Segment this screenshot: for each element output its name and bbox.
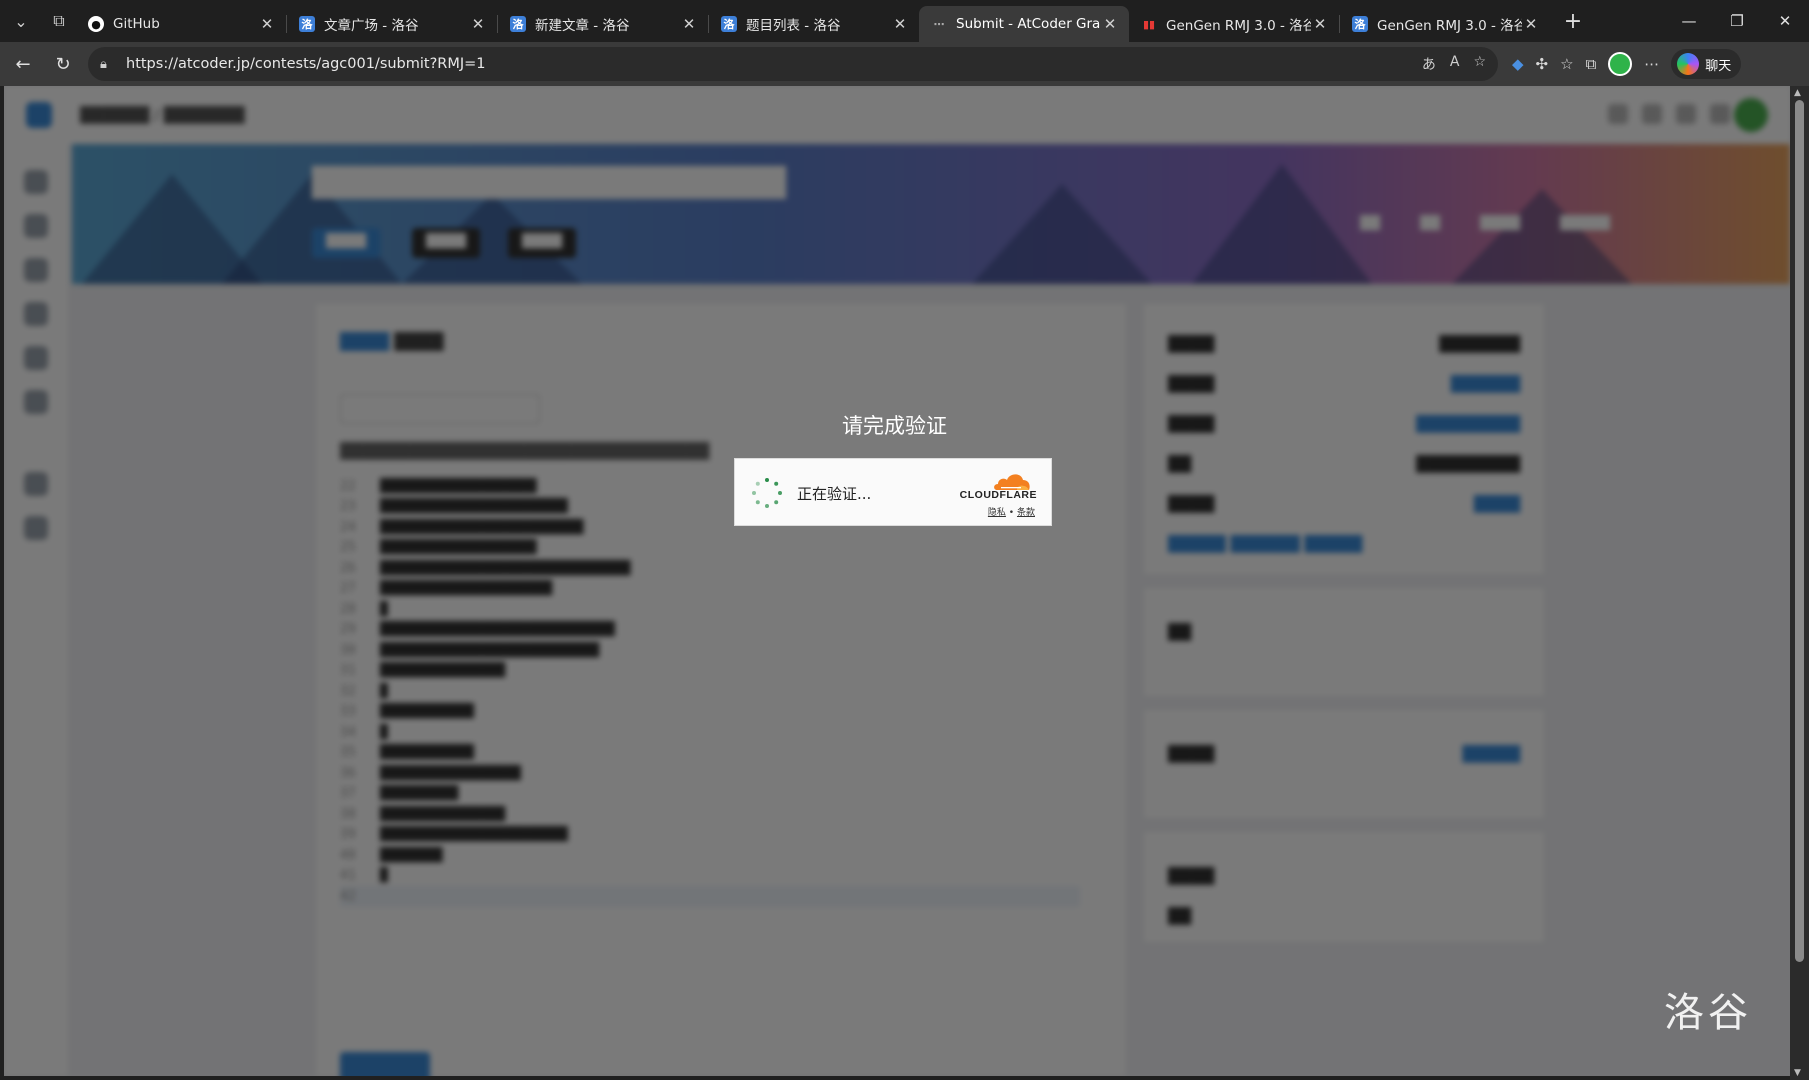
tab-title: GenGen RMJ 3.0 - 洛谷仓库 [1166, 18, 1311, 34]
tab-title: 题目列表 - 洛谷 [746, 18, 841, 34]
luogu-icon: 洛 [510, 16, 526, 32]
page-scrollbar[interactable]: ▲ ▼ [1790, 86, 1809, 1080]
cloudflare-wordmark: CLOUDFLARE [959, 489, 1037, 501]
close-tab-icon[interactable]: ✕ [258, 15, 276, 33]
terms-link[interactable]: 条款 [1017, 508, 1035, 518]
loading-icon: ⋯ [933, 17, 945, 31]
url-field[interactable]: 🔒︎ https://atcoder.jp/contests/agc001/su… [88, 47, 1498, 81]
restore-icon[interactable]: ❐ [1713, 0, 1761, 42]
address-bar-row: ← ↻ 🔒︎ https://atcoder.jp/contests/agc00… [0, 42, 1809, 86]
tab-github[interactable]: ● GitHub ✕ [76, 6, 286, 42]
close-tab-icon[interactable]: ✕ [680, 15, 698, 33]
tab-title: Submit - AtCoder Grand Co [956, 16, 1101, 32]
extensions-puzzle-icon[interactable]: ✣ [1536, 55, 1549, 73]
close-window-icon[interactable]: ✕ [1761, 0, 1809, 42]
chart-bar-icon: ▮▮ [1142, 17, 1156, 31]
translate-icon[interactable]: あ [1422, 54, 1436, 74]
back-arrow-icon[interactable]: ← [6, 47, 40, 81]
close-tab-icon[interactable]: ✕ [891, 15, 909, 33]
workspaces-icon[interactable]: ⧉ [42, 4, 76, 38]
scroll-up-icon[interactable]: ▲ [1794, 88, 1801, 98]
url-actions: あ A ☆ [1422, 54, 1498, 74]
copilot-icon [1677, 53, 1700, 75]
collections-icon[interactable]: ⧉ [1586, 55, 1597, 73]
lock-icon[interactable]: 🔒︎ [100, 57, 116, 72]
close-tab-icon[interactable]: ✕ [1522, 15, 1540, 33]
new-tab-button[interactable]: + [1556, 4, 1590, 38]
tab-atcoder-submit[interactable]: ⋯ Submit - AtCoder Grand Co ✕ [919, 6, 1129, 42]
extension-icon[interactable]: ◆ [1512, 55, 1524, 73]
tab-luogu-new-article[interactable]: 洛 新建文章 - 洛谷 ✕ [498, 6, 708, 42]
favorite-star-icon[interactable]: ☆ [1473, 54, 1486, 74]
privacy-link[interactable]: 隐私 [988, 508, 1006, 518]
toolbar-icons: ◆ ✣ ☆ ⧉ ⋯ 聊天 [1512, 49, 1742, 79]
verification-title: 请完成验证 [842, 414, 947, 438]
tab-gengen-save[interactable]: 洛 GenGen RMJ 3.0 - 洛谷保存 ✕ [1340, 6, 1550, 42]
profile-avatar-icon[interactable] [1608, 52, 1633, 76]
tab-actions-chevron-icon[interactable]: ⌄ [4, 4, 38, 38]
browser-tab-bar: ⌄ ⧉ ● GitHub ✕ 洛 文章广场 - 洛谷 ✕ 洛 新建文章 - 洛谷… [0, 0, 1809, 42]
luogu-icon: 洛 [299, 16, 315, 32]
cloudflare-challenge-widget[interactable]: 正在验证... CLOUDFLARE 隐私 • 条款 [734, 458, 1052, 526]
window-controls: — ❐ ✕ [1665, 0, 1809, 42]
tab-title: GenGen RMJ 3.0 - 洛谷保存 [1377, 18, 1522, 34]
tab-luogu-articles[interactable]: 洛 文章广场 - 洛谷 ✕ [287, 6, 497, 42]
close-tab-icon[interactable]: ✕ [1311, 15, 1329, 33]
tab-title: 文章广场 - 洛谷 [324, 18, 419, 34]
chat-label: 聊天 [1705, 58, 1732, 74]
scroll-down-icon[interactable]: ▼ [1794, 1068, 1801, 1078]
tab-luogu-problems[interactable]: 洛 题目列表 - 洛谷 ✕ [709, 6, 919, 42]
verifying-status: 正在验证... [797, 485, 872, 503]
more-menu-icon[interactable]: ⋯ [1644, 55, 1659, 73]
luogu-watermark: 洛谷 [1664, 990, 1752, 1036]
luogu-icon: 洛 [1352, 16, 1368, 32]
modal-overlay [4, 86, 1790, 1076]
minimize-icon[interactable]: — [1665, 0, 1713, 42]
page-viewport: ██████ / ███████ [4, 86, 1790, 1076]
read-aloud-icon[interactable]: A [1450, 54, 1460, 74]
link-separator: • [1008, 508, 1015, 518]
tab-gengen-repo[interactable]: ▮▮ GenGen RMJ 3.0 - 洛谷仓库 ✕ [1129, 6, 1339, 42]
refresh-icon[interactable]: ↻ [46, 47, 80, 81]
loading-spinner-icon [752, 478, 782, 508]
github-icon: ● [88, 16, 104, 32]
tab-title: GitHub [113, 16, 160, 32]
cloudflare-links: 隐私 • 条款 [988, 505, 1035, 518]
close-tab-icon[interactable]: ✕ [469, 15, 487, 33]
tab-title: 新建文章 - 洛谷 [535, 18, 630, 34]
luogu-icon: 洛 [721, 16, 737, 32]
scrollbar-thumb[interactable] [1795, 100, 1804, 962]
chat-button[interactable]: 聊天 [1671, 49, 1742, 79]
close-tab-icon[interactable]: ✕ [1101, 15, 1119, 33]
favorites-icon[interactable]: ☆ [1560, 55, 1573, 73]
url-text: https://atcoder.jp/contests/agc001/submi… [126, 56, 486, 72]
